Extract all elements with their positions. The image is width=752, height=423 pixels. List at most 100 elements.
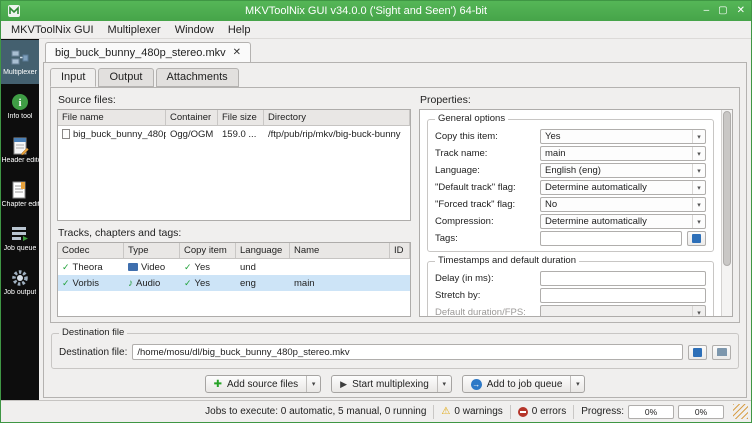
maximize-button[interactable]: ▢	[718, 6, 727, 16]
stretch-by-label: Stretch by:	[435, 290, 481, 301]
column-copy-item[interactable]: Copy item	[180, 243, 236, 258]
tracks-header: Codec Type Copy item Language Name ID	[58, 243, 410, 259]
chevron-down-icon[interactable]: ▾	[436, 376, 451, 392]
multiplexer-view: big_buck_bunny_480p_stereo.mkv ✕ Input O…	[39, 39, 751, 400]
column-language[interactable]: Language	[236, 243, 290, 258]
add-to-job-queue-button[interactable]: → Add to job queue ▾	[461, 375, 586, 393]
column-file-name[interactable]: File name	[58, 110, 166, 125]
default-track-flag-label: "Default track" flag:	[435, 182, 516, 193]
stretch-by-input[interactable]	[540, 288, 706, 303]
source-file-row[interactable]: big_buck_bunny_480p_... Ogg/OGM 159.0 ..…	[58, 126, 410, 142]
source-files-label: Source files:	[58, 94, 116, 106]
file-tab-bar: big_buck_bunny_480p_stereo.mkv ✕	[43, 42, 747, 62]
sidebar-item-label: Job queue	[3, 245, 37, 252]
source-files-header: File name Container File size Directory	[58, 110, 410, 126]
sidebar-item-multiplexer[interactable]: Multiplexer	[1, 40, 39, 84]
chevron-down-icon: ▾	[692, 130, 705, 143]
column-id[interactable]: ID	[390, 243, 410, 258]
plus-icon: ✚	[213, 378, 222, 390]
timestamps-group: Timestamps and default duration Delay (i…	[427, 255, 714, 316]
check-icon: ✓	[184, 261, 192, 272]
open-destination-folder-button[interactable]	[712, 344, 731, 360]
close-button[interactable]: ✕	[737, 6, 745, 16]
warnings-status: ⚠ 0 warnings	[441, 406, 503, 417]
multiplexer-icon	[10, 48, 30, 68]
copy-this-item-select[interactable]: Yes ▾	[540, 129, 706, 144]
statusbar: Jobs to execute: 0 automatic, 5 manual, …	[1, 400, 751, 422]
destination-file-input[interactable]: /home/mosu/dl/big_buck_bunny_480p_stereo…	[132, 344, 683, 360]
sidebar-item-label: Job output	[3, 289, 37, 296]
delay-input[interactable]	[540, 271, 706, 286]
timestamps-title: Timestamps and default duration	[435, 255, 580, 266]
default-track-flag-select[interactable]: Determine automatically ▾	[540, 180, 706, 195]
menubar: MKVToolNix GUI Multiplexer Window Help	[1, 21, 751, 39]
column-container[interactable]: Container	[166, 110, 218, 125]
source-files-table: File name Container File size Directory …	[57, 109, 411, 221]
menu-window[interactable]: Window	[168, 23, 221, 37]
warning-icon: ⚠	[441, 406, 451, 417]
properties-panel: General options Copy this item: Yes ▾ Tra…	[419, 109, 733, 317]
jobs-status: Jobs to execute: 0 automatic, 5 manual, …	[205, 406, 427, 417]
chevron-down-icon[interactable]: ▾	[306, 376, 320, 392]
statusbar-separator	[433, 404, 435, 419]
language-select[interactable]: English (eng) ▾	[540, 163, 706, 178]
scrollbar-thumb[interactable]	[723, 111, 731, 267]
browse-icon	[692, 234, 701, 243]
menu-help[interactable]: Help	[221, 23, 258, 37]
progress-section: Progress: 0% 0%	[581, 404, 724, 419]
track-name-input[interactable]: main ▾	[540, 146, 706, 161]
section-tab-bar: Input Output Attachments	[50, 68, 740, 87]
tags-label: Tags:	[435, 233, 458, 244]
column-type[interactable]: Type	[124, 243, 180, 258]
tab-input[interactable]: Input	[50, 68, 97, 87]
audio-note-icon: ♪	[128, 277, 133, 289]
queue-icon: →	[470, 378, 482, 390]
chevron-down-icon: ▾	[692, 164, 705, 177]
sidebar-item-info-tool[interactable]: i Info tool	[1, 84, 39, 128]
chevron-down-icon: ▾	[692, 147, 705, 160]
job-output-icon	[10, 268, 30, 288]
close-tab-icon[interactable]: ✕	[233, 47, 241, 58]
sidebar-item-header-editor[interactable]: Header editor	[1, 128, 39, 172]
track-row-audio[interactable]: ✓ Vorbis ♪ Audio ✓ Yes eng main	[58, 275, 410, 291]
input-tab-pane: Source files: File name Container File s…	[50, 87, 740, 323]
properties-scrollbar[interactable]	[721, 110, 732, 316]
header-editor-icon	[10, 136, 30, 156]
menu-multiplexer[interactable]: Multiplexer	[101, 23, 168, 37]
general-options-title: General options	[435, 113, 509, 124]
chevron-down-icon: ▾	[692, 306, 705, 316]
resize-grip[interactable]	[733, 404, 748, 419]
menu-mkvtoolnix-gui[interactable]: MKVToolNix GUI	[4, 23, 101, 37]
tab-attachments[interactable]: Attachments	[155, 68, 239, 87]
chapter-editor-icon	[10, 180, 30, 200]
destination-file-label: Destination file:	[59, 346, 128, 358]
errors-status: 0 errors	[517, 406, 566, 417]
forced-track-flag-select[interactable]: No ▾	[540, 197, 706, 212]
compression-select[interactable]: Determine automatically ▾	[540, 214, 706, 229]
video-icon	[128, 263, 138, 271]
tags-input[interactable]	[540, 231, 682, 246]
minimize-button[interactable]: –	[704, 6, 710, 16]
tracks-label: Tracks, chapters and tags:	[58, 227, 182, 239]
destination-group-title: Destination file	[59, 327, 128, 338]
sidebar-item-label: Info tool	[7, 113, 33, 120]
column-file-size[interactable]: File size	[218, 110, 264, 125]
add-source-files-button[interactable]: ✚ Add source files ▾	[204, 375, 322, 393]
chevron-down-icon[interactable]: ▾	[570, 376, 584, 392]
sidebar-item-chapter-editor[interactable]: Chapter editor	[1, 172, 39, 216]
browse-destination-button[interactable]	[688, 344, 707, 360]
info-tool-icon: i	[10, 92, 30, 112]
file-tab[interactable]: big_buck_bunny_480p_stereo.mkv ✕	[45, 42, 252, 62]
sidebar-item-job-queue[interactable]: Job queue	[1, 216, 39, 260]
check-icon: ✓	[184, 277, 192, 288]
tab-output[interactable]: Output	[98, 68, 154, 87]
browse-tags-button[interactable]	[687, 231, 706, 246]
folder-icon	[716, 348, 727, 356]
forced-track-flag-label: "Forced track" flag:	[435, 199, 516, 210]
column-directory[interactable]: Directory	[264, 110, 410, 125]
sidebar-item-job-output[interactable]: Job output	[1, 260, 39, 304]
start-multiplexing-button[interactable]: ▶ Start multiplexing ▾	[331, 375, 452, 393]
column-name[interactable]: Name	[290, 243, 390, 258]
track-row-video[interactable]: ✓ Theora Video ✓ Yes und	[58, 259, 410, 275]
column-codec[interactable]: Codec	[58, 243, 124, 258]
